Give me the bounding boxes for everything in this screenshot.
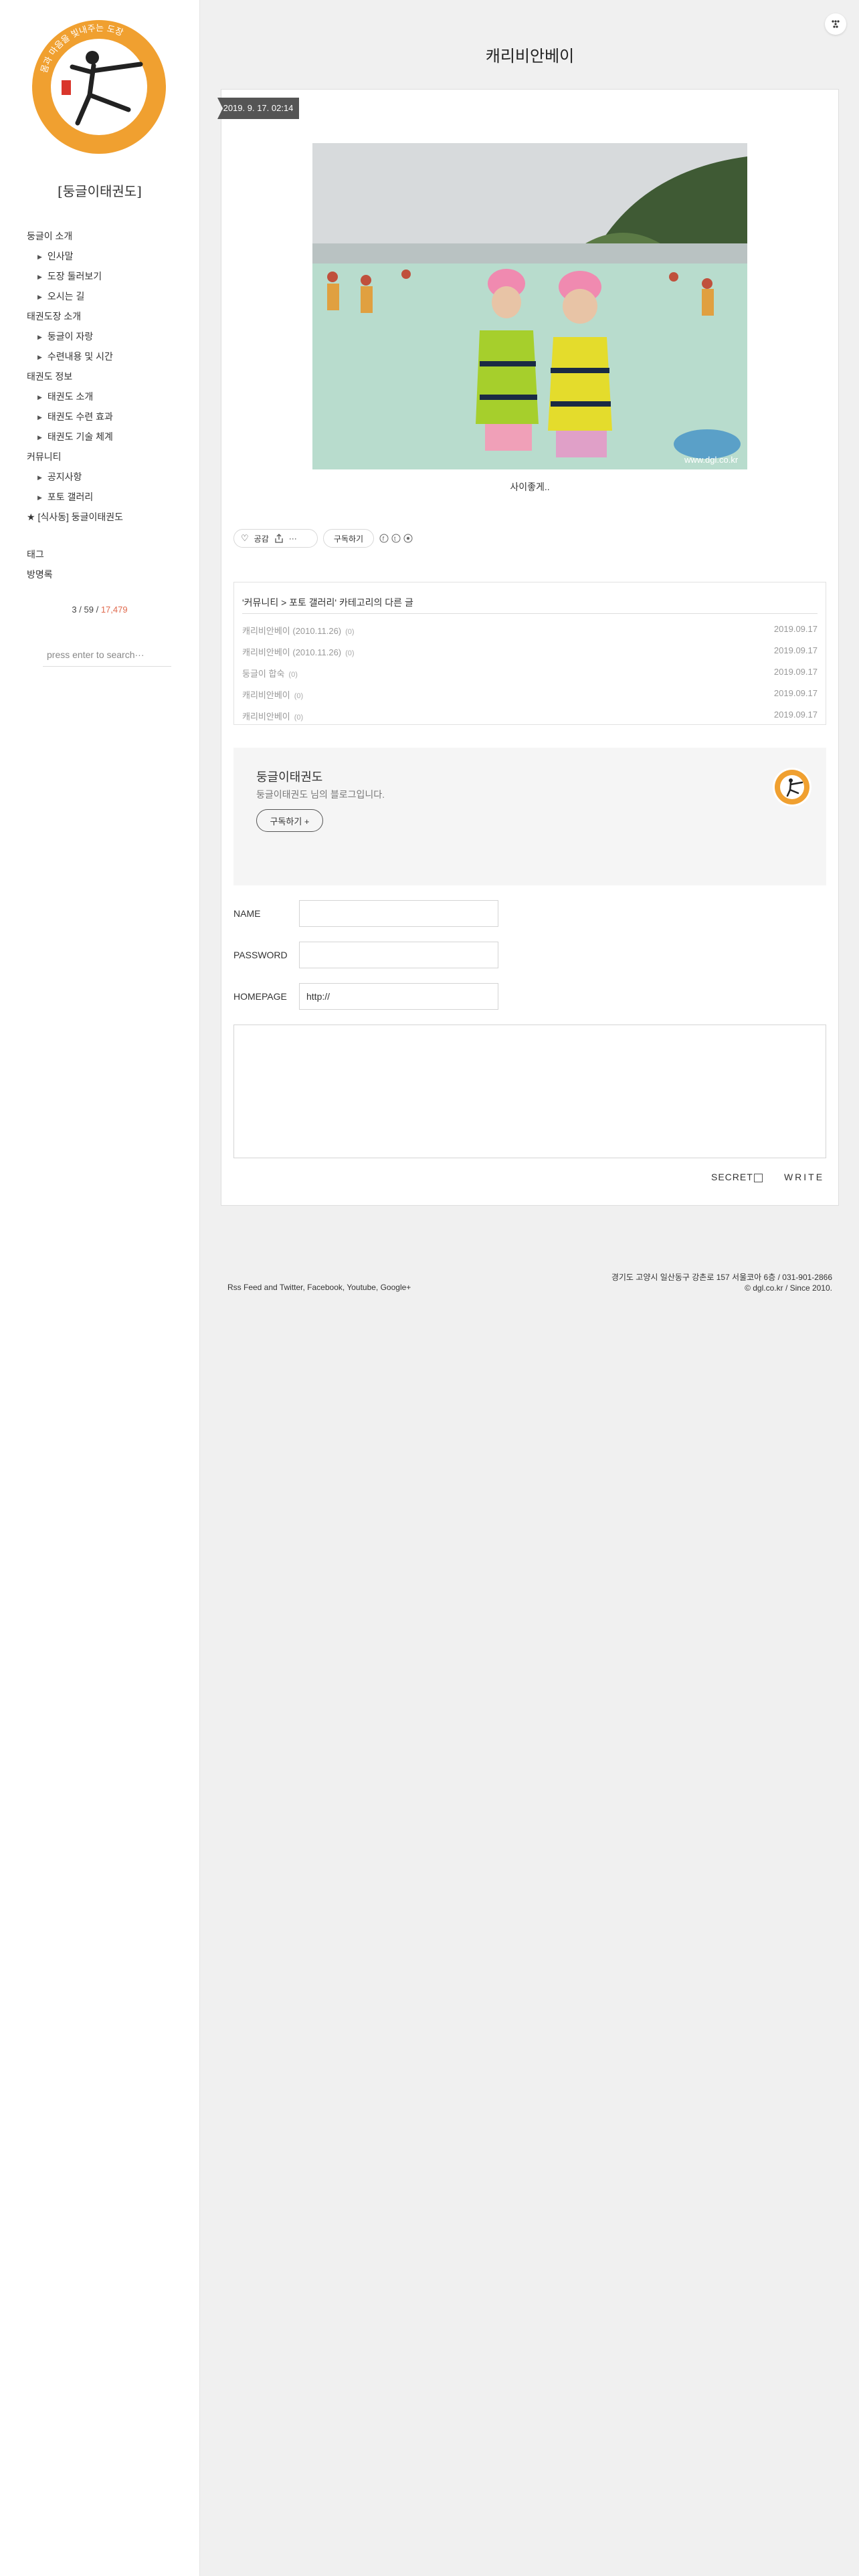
triangle-right-icon: ▶ <box>37 334 42 340</box>
comment-textarea[interactable] <box>233 1025 826 1158</box>
footer-copyright: © dgl.co.kr / Since 2010. <box>745 1283 832 1293</box>
blog-subscribe-box: 둥글이태권도 둥글이태권도 님의 블로그입니다. 구독하기 + <box>233 748 826 885</box>
subscribe-small-button[interactable]: 구독하기 <box>323 529 374 548</box>
related-posts-box: '커뮤니티 > 포토 갤러리' 카테고리의 다른 글 캐리비안베이 (2010.… <box>233 582 826 725</box>
blog-description: 둥글이태권도 님의 블로그입니다. <box>256 789 385 800</box>
search-input[interactable] <box>43 643 171 667</box>
nav-item-intro[interactable]: 둥글이 소개 <box>27 226 187 246</box>
write-button[interactable]: WRITE <box>781 1168 828 1186</box>
footer-social-links[interactable]: Rss Feed and Twitter, Facebook, Youtube,… <box>227 1283 411 1292</box>
photo-caption: 사이좋게.. <box>510 481 550 492</box>
triangle-right-icon: ▶ <box>37 494 42 501</box>
password-field[interactable] <box>299 942 498 968</box>
nav-item-guestbook[interactable]: 방명록 <box>27 564 187 584</box>
password-label: PASSWORD <box>233 950 288 960</box>
homepage-field[interactable] <box>299 983 498 1010</box>
facebook-icon[interactable]: f <box>379 534 389 543</box>
kakao-icon[interactable] <box>403 534 413 543</box>
related-post-row[interactable]: 캐리비안베이 (0) 2019.09.17 <box>242 710 818 723</box>
taekwondo-logo-icon <box>775 770 809 804</box>
visitor-counter: 3 / 59 / 17,479 <box>72 605 128 615</box>
secret-checkbox[interactable]: SECRET <box>711 1172 763 1182</box>
name-field[interactable] <box>299 900 498 927</box>
checkbox-icon[interactable] <box>753 1173 763 1182</box>
related-post-row[interactable]: 캐리비안베이 (2010.11.26) (0) 2019.09.17 <box>242 645 818 659</box>
triangle-right-icon: ▶ <box>37 394 42 401</box>
nav-item-tour[interactable]: ▶ 도장 둘러보기 <box>27 266 187 286</box>
related-post-row[interactable]: 둥글이 합숙 (0) 2019.09.17 <box>242 667 818 680</box>
nav-item-info[interactable]: 태권도 정보 <box>27 366 187 387</box>
waterpark-photo-image: www.dgl.co.kr <box>312 143 747 469</box>
photo-watermark: www.dgl.co.kr <box>684 455 739 465</box>
triangle-right-icon: ▶ <box>37 274 42 280</box>
twitter-icon[interactable]: t <box>391 534 401 543</box>
triangle-right-icon: ▶ <box>37 253 42 260</box>
post-photo[interactable]: www.dgl.co.kr <box>312 143 747 469</box>
name-label: NAME <box>233 908 261 919</box>
blog-title[interactable]: [둥글이태권도] <box>0 181 199 200</box>
nav-item-greeting[interactable]: ▶ 인사말 <box>27 246 187 266</box>
triangle-right-icon: ▶ <box>37 294 42 300</box>
footer-address: 경기도 고양시 일산동구 강촌로 157 서울코아 6층 / 031-901-2… <box>611 1273 832 1282</box>
sidebar-nav: 둥글이 소개 ▶ 인사말 ▶ 도장 둘러보기 ▶ 오시는 길 태권도장 소개 ▶ 둥글이… <box>27 226 187 584</box>
nav-item-notices[interactable]: ▶ 공지사항 <box>27 467 187 487</box>
sidebar: 몸과 마음을 빛내주는 도장 [둥글이태권도] 둥글이 소개 ▶ 인사말 ▶ 도장 … <box>0 0 200 2576</box>
triangle-right-icon: ▶ <box>37 414 42 421</box>
share-icon[interactable] <box>274 534 284 543</box>
post-date-tag: 2019. 9. 17. 02:14 <box>217 98 299 119</box>
visitors-yesterday: 59 <box>84 605 94 615</box>
nav-item-pride[interactable]: ▶ 둥글이 자랑 <box>27 326 187 346</box>
nav-item-dojang[interactable]: 태권도장 소개 <box>27 306 187 326</box>
dots-grid-icon <box>832 20 840 28</box>
nav-item-sikssa[interactable]: ★ [식사동] 둥글이태권도 <box>27 507 187 527</box>
nav-item-directions[interactable]: ▶ 오시는 길 <box>27 286 187 306</box>
triangle-right-icon: ▶ <box>37 354 42 360</box>
svg-text:t: t <box>394 536 396 542</box>
triangle-right-icon: ▶ <box>37 434 42 441</box>
nav-item-schedule[interactable]: ▶ 수련내용 및 시간 <box>27 346 187 366</box>
visitors-today: 3 <box>72 605 77 615</box>
visitors-total: 17,479 <box>100 605 128 615</box>
nav-item-tkd-intro[interactable]: ▶ 태권도 소개 <box>27 387 187 407</box>
blog-avatar[interactable] <box>773 768 812 807</box>
menu-toggle-button[interactable] <box>825 13 846 35</box>
more-options-icon[interactable]: ··· <box>289 534 297 543</box>
footer-info: 경기도 고양시 일산동구 강촌로 157 서울코아 6층 / 031-901-2… <box>611 1272 832 1293</box>
nav-item-gallery[interactable]: ▶ 포토 갤러리 <box>27 487 187 507</box>
triangle-right-icon: ▶ <box>37 474 42 481</box>
blog-owner-name[interactable]: 둥글이태권도 <box>256 768 322 785</box>
related-post-row[interactable]: 캐리비안베이 (0) 2019.09.17 <box>242 688 818 702</box>
nav-item-techniques[interactable]: ▶ 태권도 기술 체계 <box>27 427 187 447</box>
related-posts-heading: '커뮤니티 > 포토 갤러리' 카테고리의 다른 글 <box>242 597 413 608</box>
svg-text:f: f <box>383 536 385 542</box>
blog-logo[interactable]: 몸과 마음을 빛내주는 도장 <box>28 16 170 158</box>
heart-icon: ♡ <box>241 533 249 543</box>
homepage-label: HOMEPAGE <box>233 991 287 1002</box>
taekwondo-logo-icon: 몸과 마음을 빛내주는 도장 <box>32 20 166 154</box>
like-button[interactable]: ♡ 공감 ··· <box>233 529 318 548</box>
nav-item-community[interactable]: 커뮤니티 <box>27 447 187 467</box>
sns-share-group: f t <box>379 534 413 543</box>
post-card: 2019. 9. 17. 02:14 www.dgl.co.kr 사이좋게.. … <box>217 89 839 1206</box>
nav-item-effects[interactable]: ▶ 태권도 수련 효과 <box>27 407 187 427</box>
nav-item-tags[interactable]: 태그 <box>27 544 187 564</box>
post-title: 캐리비안베이 <box>485 47 575 66</box>
subscribe-button[interactable]: 구독하기 + <box>256 809 323 832</box>
related-post-row[interactable]: 캐리비안베이 (2010.11.26) (0) 2019.09.17 <box>242 624 818 637</box>
